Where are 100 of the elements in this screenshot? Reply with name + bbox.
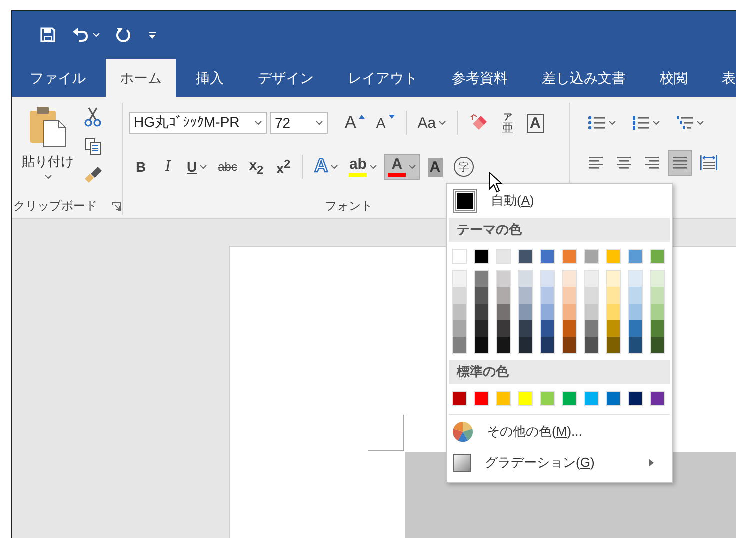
color-swatch[interactable] [651,320,664,337]
color-swatch[interactable] [607,287,620,304]
color-swatch[interactable] [629,304,642,320]
ribbon-tab[interactable]: 表 [708,59,736,97]
ribbon-tab[interactable]: 挿入 [182,59,238,97]
color-swatch[interactable] [453,336,466,353]
color-swatch[interactable] [585,320,598,337]
ribbon-tab[interactable]: ホーム [106,59,176,97]
italic-button[interactable]: I [156,154,180,180]
bold-button[interactable]: B [129,154,153,180]
color-swatch[interactable] [497,320,510,337]
redo-icon[interactable] [116,27,132,43]
color-swatch[interactable] [628,249,643,264]
color-swatch[interactable] [629,271,642,288]
color-swatch[interactable] [519,304,532,320]
color-swatch[interactable] [453,287,466,304]
color-swatch[interactable] [585,287,598,304]
color-swatch[interactable] [607,320,620,337]
color-swatch[interactable] [651,336,664,353]
color-swatch[interactable] [584,390,599,406]
ribbon-tab[interactable]: レイアウト [334,59,432,97]
color-swatch[interactable] [519,320,532,337]
customize-icon[interactable] [148,30,157,40]
dialog-launcher-icon[interactable] [112,202,120,210]
color-swatch[interactable] [607,336,620,353]
color-swatch[interactable] [519,287,532,304]
color-swatch[interactable] [562,249,577,264]
color-swatch[interactable] [475,336,488,353]
shrink-font-button[interactable]: A [372,110,399,136]
color-swatch[interactable] [497,271,510,288]
save-icon[interactable] [40,27,56,43]
color-swatch[interactable] [452,390,467,406]
color-swatch[interactable] [496,390,511,406]
character-shading-button[interactable]: A [423,154,448,180]
undo-icon[interactable] [72,27,89,43]
ribbon-tab[interactable]: デザイン [244,59,328,97]
color-swatch[interactable] [497,287,510,304]
color-swatch[interactable] [475,271,488,288]
subscript-button[interactable]: x$_{2}$ [244,154,268,180]
color-swatch[interactable] [607,271,620,288]
ribbon-tab[interactable]: 参考資料 [438,59,522,97]
color-swatch[interactable] [651,304,664,320]
color-swatch[interactable] [541,304,554,320]
color-swatch[interactable] [519,336,532,353]
color-swatch[interactable] [452,249,467,264]
paste-button[interactable]: 貼り付け [20,103,76,197]
color-swatch[interactable] [540,390,555,406]
color-swatch[interactable] [541,320,554,337]
color-swatch[interactable] [606,390,621,406]
color-swatch[interactable] [541,271,554,288]
font-size-field[interactable]: 72 [270,112,328,134]
color-swatch[interactable] [629,320,642,337]
color-swatch[interactable] [474,390,489,406]
ribbon-tab[interactable]: ファイル [16,59,100,97]
color-swatch[interactable] [475,304,488,320]
ribbon-tab[interactable]: 差し込み文書 [528,59,640,97]
color-swatch[interactable] [475,287,488,304]
color-swatch[interactable] [497,336,510,353]
color-swatch[interactable] [474,249,489,264]
color-swatch[interactable] [607,304,620,320]
underline-button[interactable]: U [183,154,212,180]
color-swatch[interactable] [496,249,511,264]
phonetic-guide-button[interactable]: ア 亜 [496,110,520,136]
color-swatch[interactable] [562,390,577,406]
character-border-button[interactable]: A [523,110,548,136]
color-swatch[interactable] [563,287,576,304]
color-swatch[interactable] [518,390,533,406]
color-swatch[interactable] [453,271,466,288]
grow-font-button[interactable]: A [341,110,370,136]
color-swatch[interactable] [563,336,576,353]
color-swatch[interactable] [540,249,555,264]
font-name-field[interactable]: HG丸ｺﾞｼｯｸM-PR [129,112,267,134]
gradient-item[interactable]: グラデーション(G) [447,448,672,479]
color-swatch[interactable] [563,320,576,337]
color-swatch[interactable] [629,336,642,353]
superscript-button[interactable]: x$^{2}$ [271,154,296,180]
color-swatch[interactable] [651,287,664,304]
color-swatch[interactable] [541,336,554,353]
highlight-button[interactable]: ab [345,154,382,180]
color-swatch[interactable] [650,390,665,406]
color-swatch[interactable] [563,304,576,320]
color-swatch[interactable] [563,271,576,288]
more-colors-item[interactable]: その他の色(M)... [447,416,672,448]
change-case-button[interactable]: Aa [414,110,450,136]
color-swatch[interactable] [497,304,510,320]
color-swatch[interactable] [606,249,621,264]
color-swatch[interactable] [475,320,488,337]
color-swatch[interactable] [651,271,664,288]
font-color-button[interactable]: A [384,154,420,180]
color-swatch[interactable] [453,304,466,320]
color-swatch[interactable] [541,287,554,304]
color-swatch[interactable] [518,249,533,264]
justify-button[interactable] [668,150,692,176]
color-swatch[interactable] [585,271,598,288]
strikethrough-button[interactable]: abc [214,154,242,180]
ribbon-tab[interactable]: 校閲 [646,59,702,97]
color-swatch[interactable] [584,249,599,264]
color-swatch[interactable] [650,249,665,264]
color-swatch[interactable] [585,304,598,320]
color-swatch[interactable] [585,336,598,353]
